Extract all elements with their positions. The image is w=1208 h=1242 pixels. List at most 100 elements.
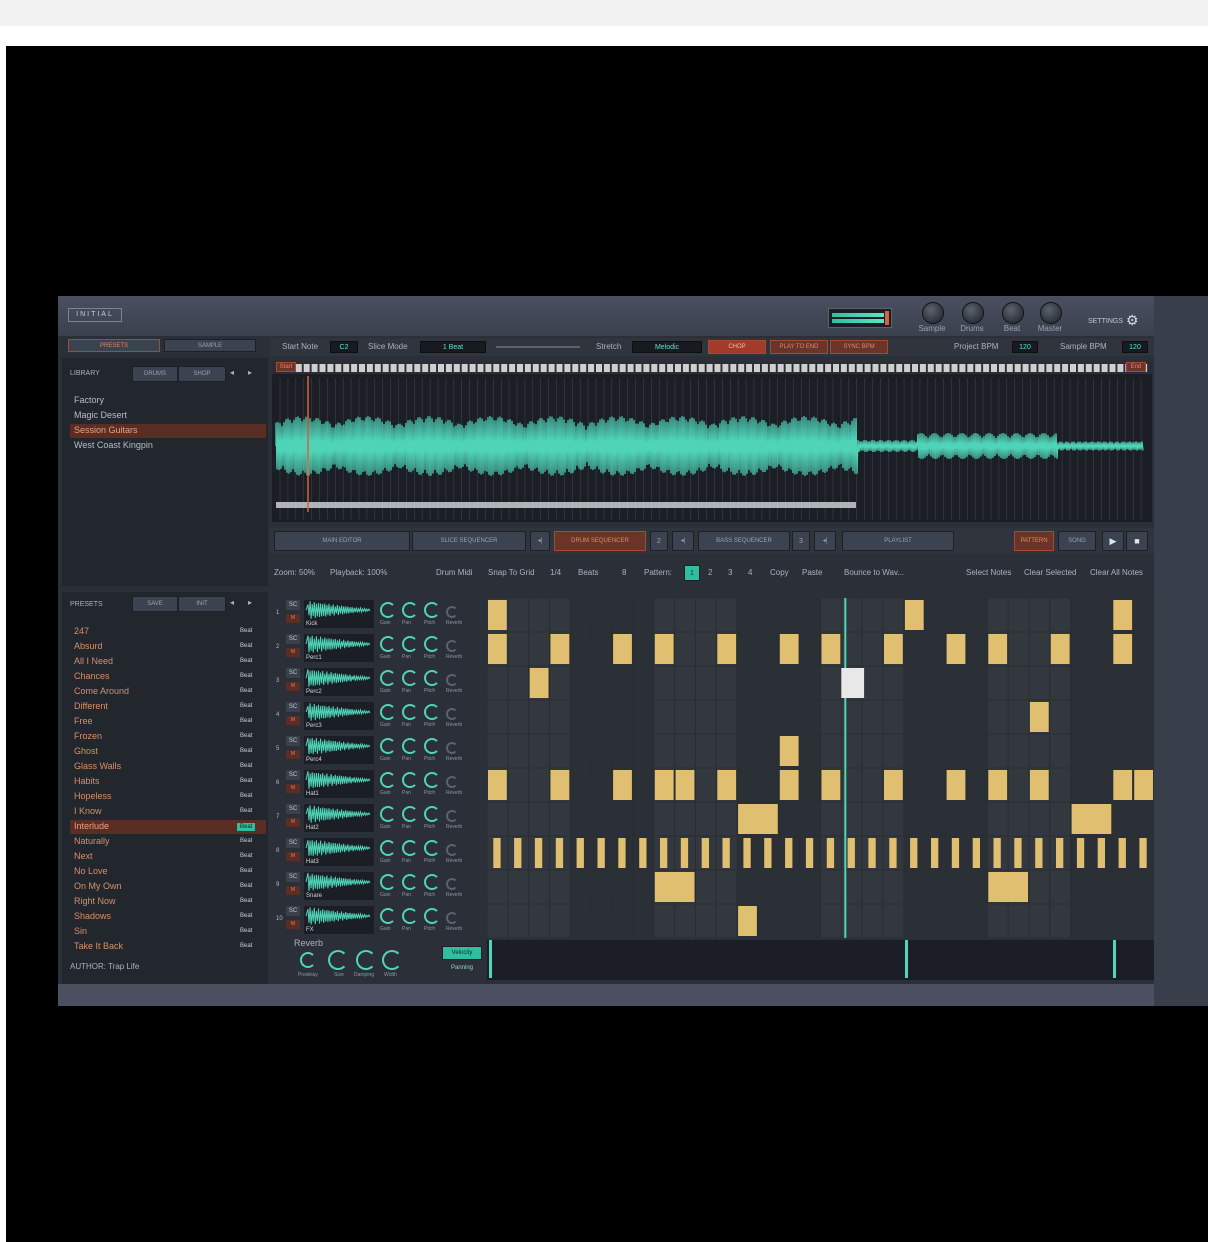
track-knob-pitch[interactable] — [424, 908, 440, 924]
step-cell[interactable] — [1050, 904, 1071, 938]
step-note[interactable] — [660, 838, 668, 868]
step-cell[interactable] — [675, 802, 695, 836]
step-cell[interactable] — [695, 802, 716, 836]
preset-item[interactable]: Glass Walls — [74, 761, 121, 771]
step-cell[interactable] — [716, 870, 737, 904]
step-cell[interactable] — [612, 598, 633, 632]
step-cell[interactable] — [1029, 632, 1050, 666]
step-note[interactable] — [514, 838, 522, 868]
step-cell[interactable] — [883, 870, 904, 904]
step-note[interactable] — [847, 838, 855, 868]
track-knob-pan[interactable] — [402, 602, 418, 618]
step-cell[interactable] — [862, 666, 883, 700]
step-note[interactable] — [884, 770, 903, 800]
preset-item[interactable]: Shadows — [74, 911, 111, 921]
library-item[interactable]: Session Guitars — [74, 425, 138, 435]
step-cell[interactable] — [529, 870, 549, 904]
step-cell[interactable] — [1133, 598, 1154, 632]
step-cell[interactable] — [821, 700, 841, 734]
step-note[interactable] — [779, 770, 799, 800]
main-editor-button[interactable]: MAIN EDITOR — [274, 531, 410, 551]
step-cell[interactable] — [1071, 870, 1091, 904]
track-knob-gain[interactable] — [380, 806, 396, 822]
step-cell[interactable] — [633, 870, 654, 904]
step-cell[interactable] — [800, 768, 820, 802]
mute-button[interactable]: M — [286, 716, 300, 725]
step-cell[interactable] — [508, 598, 529, 632]
step-note[interactable] — [654, 770, 674, 800]
bass-sequencer-count[interactable]: 3 — [792, 531, 810, 551]
preset-item[interactable]: Different — [74, 701, 108, 711]
step-cell[interactable] — [925, 904, 945, 938]
preset-item[interactable]: 247 — [74, 626, 89, 636]
snap-value[interactable]: 1/4 — [550, 568, 561, 577]
track-knob-reverb[interactable] — [446, 912, 458, 924]
clear-all-button[interactable]: Clear All Notes — [1090, 568, 1143, 577]
start-note-field[interactable]: C2 — [330, 341, 358, 353]
step-cell[interactable] — [550, 904, 570, 938]
step-note[interactable] — [884, 634, 903, 664]
step-note[interactable] — [951, 838, 960, 868]
step-cell[interactable] — [862, 734, 883, 768]
sidechain-button[interactable]: SC — [286, 634, 300, 644]
sample-bpm-field[interactable]: 120 — [1122, 341, 1148, 353]
step-cell[interactable] — [737, 870, 758, 904]
step-cell[interactable] — [737, 632, 758, 666]
step-cell[interactable] — [1029, 904, 1050, 938]
step-cell[interactable] — [695, 768, 716, 802]
step-cell[interactable] — [508, 870, 529, 904]
track-knob-gain[interactable] — [380, 670, 396, 686]
step-cell[interactable] — [529, 734, 549, 768]
sample-thumbnail[interactable]: Hat2 — [304, 804, 374, 832]
mute-button[interactable]: M — [286, 852, 300, 861]
track-knob-gain[interactable] — [380, 874, 396, 890]
step-cell[interactable] — [695, 598, 716, 632]
step-cell[interactable] — [904, 802, 925, 836]
step-cell[interactable] — [716, 700, 737, 734]
track-knob-pitch[interactable] — [424, 670, 440, 686]
step-cell[interactable] — [570, 632, 591, 666]
step-cell[interactable] — [904, 768, 925, 802]
step-cell[interactable] — [1092, 700, 1112, 734]
track-knob-pitch[interactable] — [424, 738, 440, 754]
step-note[interactable] — [613, 770, 632, 800]
width-knob[interactable] — [382, 950, 402, 970]
preset-item[interactable]: Next — [74, 851, 93, 861]
step-cell[interactable] — [946, 734, 966, 768]
step-cell[interactable] — [487, 870, 508, 904]
step-note[interactable] — [993, 838, 1001, 868]
drum-sequencer-audio-icon[interactable]: ◂| — [672, 531, 694, 551]
step-cell[interactable] — [675, 734, 695, 768]
step-cell[interactable] — [570, 734, 591, 768]
step-cell[interactable] — [966, 904, 987, 938]
step-note[interactable] — [1097, 838, 1105, 868]
track-knob-pitch[interactable] — [424, 636, 440, 652]
step-cell[interactable] — [695, 632, 716, 666]
preset-item[interactable]: Absurd — [74, 641, 103, 651]
project-bpm-field[interactable]: 120 — [1012, 341, 1038, 353]
step-cell[interactable] — [487, 734, 508, 768]
step-cell[interactable] — [1112, 700, 1133, 734]
step-cell[interactable] — [716, 666, 737, 700]
step-cell[interactable] — [633, 734, 654, 768]
step-cell[interactable] — [612, 870, 633, 904]
sidechain-button[interactable]: SC — [286, 600, 300, 610]
preset-prev-icon[interactable]: ◂ — [230, 598, 234, 607]
step-cell[interactable] — [966, 598, 987, 632]
start-marker[interactable]: Start — [276, 362, 296, 372]
step-cell[interactable] — [758, 734, 779, 768]
step-note[interactable] — [654, 634, 674, 664]
step-cell[interactable] — [508, 666, 529, 700]
track-knob-pitch[interactable] — [424, 602, 440, 618]
step-cell[interactable] — [1071, 768, 1091, 802]
track-knob-reverb[interactable] — [446, 640, 458, 652]
track-knob-pan[interactable] — [402, 874, 418, 890]
step-cell[interactable] — [591, 632, 612, 666]
step-note[interactable] — [717, 770, 737, 800]
stop-icon[interactable]: ■ — [1126, 531, 1148, 551]
bass-sequencer-button[interactable]: BASS SEQUENCER — [698, 531, 790, 551]
sidechain-button[interactable]: SC — [286, 838, 300, 848]
zoom-control[interactable]: Zoom: 50% — [274, 568, 315, 577]
step-cell[interactable] — [883, 904, 904, 938]
step-cell[interactable] — [779, 870, 800, 904]
